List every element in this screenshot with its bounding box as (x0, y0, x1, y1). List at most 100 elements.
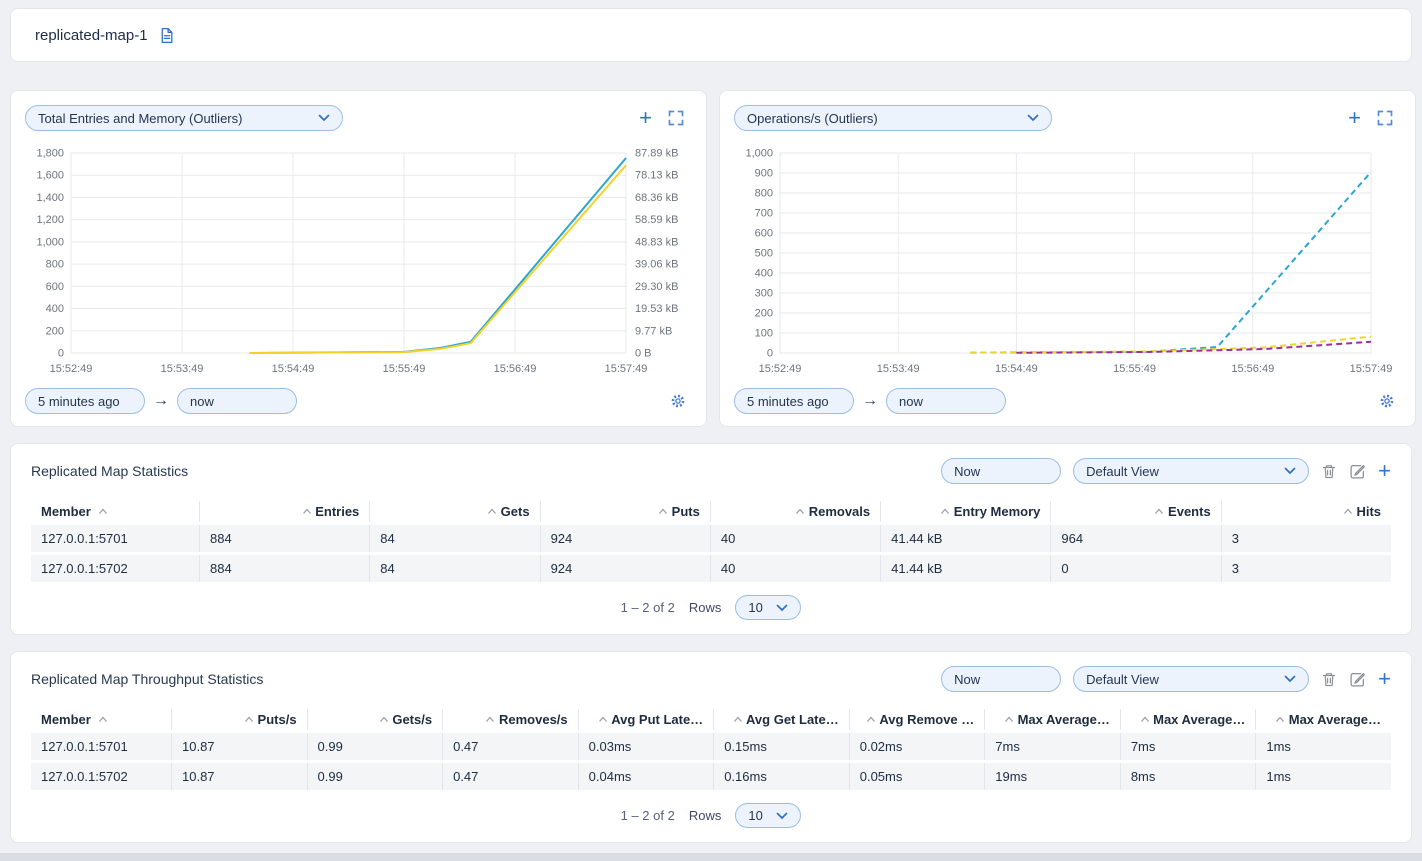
view-selector-dropdown[interactable]: Default View (1073, 666, 1309, 692)
fullscreen-icon[interactable] (1377, 110, 1393, 126)
svg-text:100: 100 (755, 328, 773, 340)
charts-row: Total Entries and Memory (Outliers) + 0 0… (10, 90, 1412, 427)
fullscreen-icon[interactable] (668, 110, 684, 126)
document-icon[interactable] (158, 27, 175, 44)
table-cell: 1ms (1255, 763, 1391, 790)
time-selector-input[interactable] (941, 666, 1061, 692)
svg-text:15:56:49: 15:56:49 (1231, 363, 1274, 375)
table-cell: 0 (1050, 555, 1220, 582)
table-row[interactable]: 127.0.0.1:5701884849244041.44 kB9643 (31, 525, 1391, 552)
table-cell: 0.16ms (713, 763, 849, 790)
page-size-value: 10 (748, 808, 762, 823)
column-header[interactable]: Avg Put Late… (578, 709, 714, 730)
svg-text:1,600: 1,600 (36, 170, 64, 182)
table-cell: 127.0.0.1:5702 (31, 763, 171, 790)
time-range-bar: → (25, 388, 692, 414)
edit-view-icon[interactable] (1349, 671, 1366, 688)
page-size-dropdown[interactable]: 10 (735, 803, 801, 828)
section-title: Replicated Map Statistics (31, 463, 188, 479)
column-header[interactable]: Removals (710, 501, 880, 522)
column-header[interactable]: Gets/s (307, 709, 443, 730)
svg-text:600: 600 (755, 228, 773, 240)
table-controls: Default View + (941, 666, 1391, 692)
column-header[interactable]: Puts/s (171, 709, 307, 730)
table-cell: 884 (199, 525, 369, 552)
chevron-down-icon (776, 604, 788, 612)
column-header[interactable]: Max Average… (1255, 709, 1391, 730)
replicated-map-statistics-table: Member Entries Gets Puts Removals Entry … (31, 498, 1391, 585)
add-chart-icon[interactable]: + (639, 109, 652, 127)
column-header[interactable]: Member (31, 501, 199, 522)
pagination-range: 1 – 2 of 2 (621, 600, 675, 615)
view-selector-value: Default View (1086, 464, 1159, 479)
page-size-dropdown[interactable]: 10 (735, 595, 801, 620)
column-header[interactable]: Avg Get Late… (713, 709, 849, 730)
add-table-icon[interactable]: + (1378, 670, 1391, 688)
svg-text:15:53:49: 15:53:49 (877, 363, 920, 375)
column-header[interactable]: Events (1050, 501, 1220, 522)
column-header[interactable]: Entry Memory (880, 501, 1050, 522)
table-cell: 19ms (984, 763, 1120, 790)
arrow-right-icon: → (153, 392, 169, 410)
svg-text:15:54:49: 15:54:49 (995, 363, 1038, 375)
page-header: replicated-map-1 (10, 8, 1412, 62)
svg-text:0: 0 (58, 348, 64, 360)
svg-text:15:57:49: 15:57:49 (1350, 363, 1393, 375)
delete-view-icon[interactable] (1321, 463, 1337, 480)
column-header[interactable]: Avg Remove … (849, 709, 985, 730)
svg-text:1,400: 1,400 (36, 192, 64, 204)
view-selector-dropdown[interactable]: Default View (1073, 458, 1309, 484)
table-row[interactable]: 127.0.0.1:5702884849244041.44 kB03 (31, 555, 1391, 582)
edit-view-icon[interactable] (1349, 463, 1366, 480)
metric-selector-dropdown[interactable]: Operations/s (Outliers) (734, 105, 1052, 131)
sort-caret-icon (1343, 508, 1353, 515)
time-selector-input[interactable] (941, 458, 1061, 484)
svg-text:800: 800 (755, 188, 773, 200)
add-chart-icon[interactable]: + (1348, 109, 1361, 127)
column-header[interactable]: Max Average… (984, 709, 1120, 730)
table-row[interactable]: 127.0.0.1:570110.870.990.470.03ms0.15ms0… (31, 733, 1391, 760)
entries-memory-chart-panel: Total Entries and Memory (Outliers) + 00… (10, 90, 707, 427)
page-bottom-strip (0, 853, 1422, 861)
column-header[interactable]: Entries (199, 501, 369, 522)
time-to-input[interactable] (886, 388, 1006, 414)
sort-caret-icon (1154, 508, 1164, 515)
table-cell: 1ms (1255, 733, 1391, 760)
time-from-input[interactable] (25, 388, 145, 414)
svg-text:19.53 kB: 19.53 kB (635, 303, 678, 315)
svg-text:200: 200 (46, 325, 64, 337)
svg-text:15:56:49: 15:56:49 (494, 363, 537, 375)
table-cell: 0.03ms (578, 733, 714, 760)
page-title: replicated-map-1 (35, 27, 148, 44)
table-cell: 924 (540, 555, 710, 582)
sort-caret-icon (379, 716, 389, 723)
table-cell: 40 (710, 525, 880, 552)
column-header[interactable]: Max Average… (1120, 709, 1256, 730)
delete-view-icon[interactable] (1321, 671, 1337, 688)
column-header[interactable]: Gets (369, 501, 539, 522)
column-header[interactable]: Puts (540, 501, 710, 522)
svg-text:15:53:49: 15:53:49 (161, 363, 204, 375)
svg-text:1,000: 1,000 (36, 236, 64, 248)
sort-caret-icon (733, 716, 743, 723)
table-controls: Default View + (941, 458, 1391, 484)
gear-icon[interactable] (670, 393, 686, 409)
svg-text:9.77 kB: 9.77 kB (635, 325, 672, 337)
svg-text:900: 900 (755, 168, 773, 180)
column-header[interactable]: Removes/s (442, 709, 578, 730)
table-cell: 41.44 kB (880, 555, 1050, 582)
time-to-input[interactable] (177, 388, 297, 414)
table-cell: 0.47 (442, 733, 578, 760)
add-table-icon[interactable]: + (1378, 462, 1391, 480)
svg-text:0: 0 (767, 348, 773, 360)
svg-text:400: 400 (755, 268, 773, 280)
column-header[interactable]: Hits (1221, 501, 1391, 522)
metric-selector-dropdown[interactable]: Total Entries and Memory (Outliers) (25, 105, 343, 131)
table-header-row: Member Puts/s Gets/s Removes/s Avg Put L… (31, 709, 1391, 730)
column-header[interactable]: Member (31, 709, 171, 730)
gear-icon[interactable] (1379, 393, 1395, 409)
table-row[interactable]: 127.0.0.1:570210.870.990.470.04ms0.16ms0… (31, 763, 1391, 790)
replicated-map-throughput-statistics-section: Replicated Map Throughput Statistics Def… (10, 651, 1412, 843)
chart-area: 00 B2009.77 kB40019.53 kB60029.30 kB8003… (25, 139, 692, 386)
time-from-input[interactable] (734, 388, 854, 414)
